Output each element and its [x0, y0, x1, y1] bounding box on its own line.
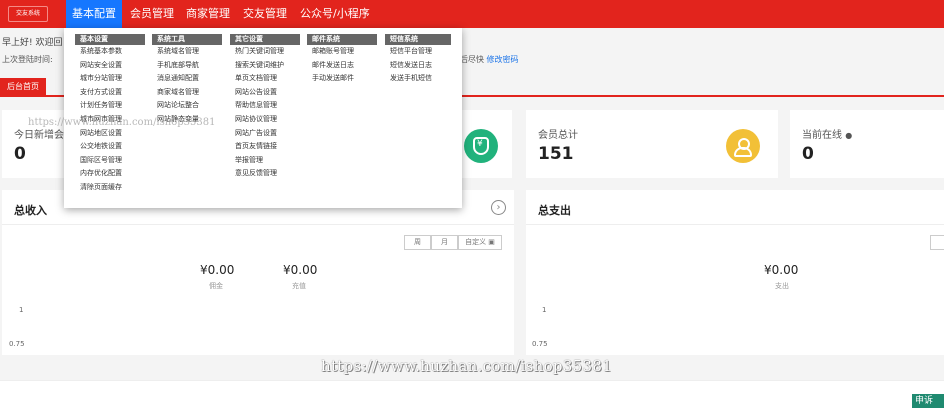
- menu-item[interactable]: 邮箱账号管理: [307, 45, 377, 59]
- password-tip: 后尽快 修改密码: [460, 54, 519, 65]
- menu-item[interactable]: 城市分站管理: [75, 72, 145, 86]
- income-panel: 总收入 › 周 月 自定义 ▣ ¥0.00 佣金 ¥0.00 充值 1 0.75: [2, 190, 514, 355]
- stat-value: 151: [538, 144, 574, 164]
- filter-week[interactable]: [930, 235, 944, 250]
- help-icon: ●: [845, 131, 853, 140]
- menu-item[interactable]: 网站地区设置: [75, 127, 145, 141]
- menu-item[interactable]: 支付方式设置: [75, 86, 145, 100]
- menu-item[interactable]: 网站协议管理: [230, 113, 300, 127]
- change-password-link[interactable]: 修改密码: [487, 55, 519, 64]
- menu-item[interactable]: 短信发送日志: [385, 59, 451, 73]
- expense-panel: 总支出 ¥0.00 支出 1 0.75: [526, 190, 944, 355]
- menu-item[interactable]: 清除页面缓存: [75, 181, 145, 195]
- panel-title: 总收入: [14, 204, 47, 217]
- menu-item[interactable]: 举报管理: [230, 154, 300, 168]
- menu-item[interactable]: 网站广告设置: [230, 127, 300, 141]
- chevron-right-icon[interactable]: ›: [491, 200, 506, 215]
- y-axis-tick: 1: [19, 306, 24, 314]
- menu-column-header: 短信系统: [385, 34, 451, 45]
- menu-item[interactable]: 系统基本参数: [75, 45, 145, 59]
- y-axis-tick: 0.75: [9, 340, 25, 348]
- footer-area: [0, 380, 944, 408]
- menu-item[interactable]: 短信平台管理: [385, 45, 451, 59]
- menu-column: 基本设置 系统基本参数 网站安全设置 城市分站管理 支付方式设置 计划任务管理 …: [75, 34, 145, 195]
- menu-item[interactable]: 消息通知配置: [152, 72, 222, 86]
- nav-member-management[interactable]: 会员管理: [124, 0, 180, 28]
- y-axis-tick: 0.75: [532, 340, 548, 348]
- panel-title: 总支出: [538, 204, 571, 217]
- stat-card-members: 会员总计 151: [526, 110, 778, 178]
- nav-merchant-management[interactable]: 商家管理: [180, 0, 236, 28]
- menu-column-header: 系统工具: [152, 34, 222, 45]
- menu-item[interactable]: 网站公告设置: [230, 86, 300, 100]
- menu-column: 其它设置 热门关键词管理 搜索关键词维护 单页文档管理 网站公告设置 帮助信息管…: [230, 34, 300, 181]
- menu-column: 系统工具 系统域名管理 手机底部导航 消息通知配置 商家域名管理 网站论坛整合 …: [152, 34, 222, 127]
- menu-item[interactable]: 单页文档管理: [230, 72, 300, 86]
- menu-item[interactable]: 搜索关键词维护: [230, 59, 300, 73]
- nav-basic-config[interactable]: 基本配置: [66, 0, 122, 28]
- top-navbar: 交友系统 基本配置 会员管理 商家管理 交友管理 公众号/小程序: [0, 0, 944, 28]
- menu-item[interactable]: 网站安全设置: [75, 59, 145, 73]
- stat-label: 今日新增会: [14, 130, 64, 141]
- site-logo[interactable]: 交友系统: [8, 6, 48, 22]
- menu-column-header: 基本设置: [75, 34, 145, 45]
- stat-value: 0: [14, 144, 26, 164]
- menu-item[interactable]: 手机底部导航: [152, 59, 222, 73]
- menu-item[interactable]: 邮件发送日志: [307, 59, 377, 73]
- menu-item[interactable]: 网站论坛整合: [152, 99, 222, 113]
- last-login-text: 上次登陆时间:: [2, 55, 53, 64]
- expense-label: 支出: [775, 282, 789, 290]
- divider: [526, 224, 944, 225]
- stat-card-online: 当前在线 ● 0: [790, 110, 944, 178]
- menu-item[interactable]: 热门关键词管理: [230, 45, 300, 59]
- menu-item[interactable]: 首页友情链接: [230, 140, 300, 154]
- filter-week[interactable]: 周: [404, 235, 431, 250]
- stat-label: 当前在线 ●: [802, 130, 853, 141]
- users-icon: [726, 129, 760, 163]
- divider: [2, 224, 514, 225]
- filter-month[interactable]: 月: [431, 235, 458, 250]
- menu-item[interactable]: 公交地铁设置: [75, 140, 145, 154]
- recharge-label: 充值: [292, 282, 306, 290]
- filter-custom[interactable]: 自定义 ▣: [458, 235, 502, 250]
- greeting-text: 早上好! 欢迎回: [2, 38, 63, 48]
- menu-item[interactable]: 手动发送邮件: [307, 72, 377, 86]
- stat-value: 0: [802, 144, 814, 164]
- y-axis-tick: 1: [542, 306, 547, 314]
- menu-item[interactable]: 商家域名管理: [152, 86, 222, 100]
- money-bag-icon: [464, 129, 498, 163]
- menu-column: 邮件系统 邮箱账号管理 邮件发送日志 手动发送邮件: [307, 34, 377, 86]
- menu-item[interactable]: 计划任务管理: [75, 99, 145, 113]
- recharge-amount: ¥0.00: [283, 263, 318, 277]
- nav-official-account[interactable]: 公众号/小程序: [294, 0, 376, 28]
- menu-item[interactable]: 系统域名管理: [152, 45, 222, 59]
- watermark: https://www.huzhan.com/ishop35381: [321, 357, 613, 375]
- tab-home[interactable]: 后台首页: [0, 78, 46, 95]
- expense-amount: ¥0.00: [764, 263, 799, 277]
- nav-dating-management[interactable]: 交友管理: [237, 0, 293, 28]
- menu-item[interactable]: 帮助信息管理: [230, 99, 300, 113]
- menu-column: 短信系统 短信平台管理 短信发送日志 发送手机短信: [385, 34, 451, 86]
- commission-amount: ¥0.00: [200, 263, 235, 277]
- commission-label: 佣金: [209, 282, 223, 290]
- tip-prefix: 后尽快: [460, 55, 484, 64]
- report-button[interactable]: 申诉: [912, 394, 944, 408]
- stat-label: 会员总计: [538, 130, 578, 141]
- watermark-small: https://www.huzhan.com/ishop35381: [28, 117, 216, 128]
- menu-item[interactable]: 内存优化配置: [75, 167, 145, 181]
- menu-item[interactable]: 国际区号管理: [75, 154, 145, 168]
- menu-column-header: 其它设置: [230, 34, 300, 45]
- menu-column-header: 邮件系统: [307, 34, 377, 45]
- menu-item[interactable]: 发送手机短信: [385, 72, 451, 86]
- menu-item[interactable]: 意见反馈管理: [230, 167, 300, 181]
